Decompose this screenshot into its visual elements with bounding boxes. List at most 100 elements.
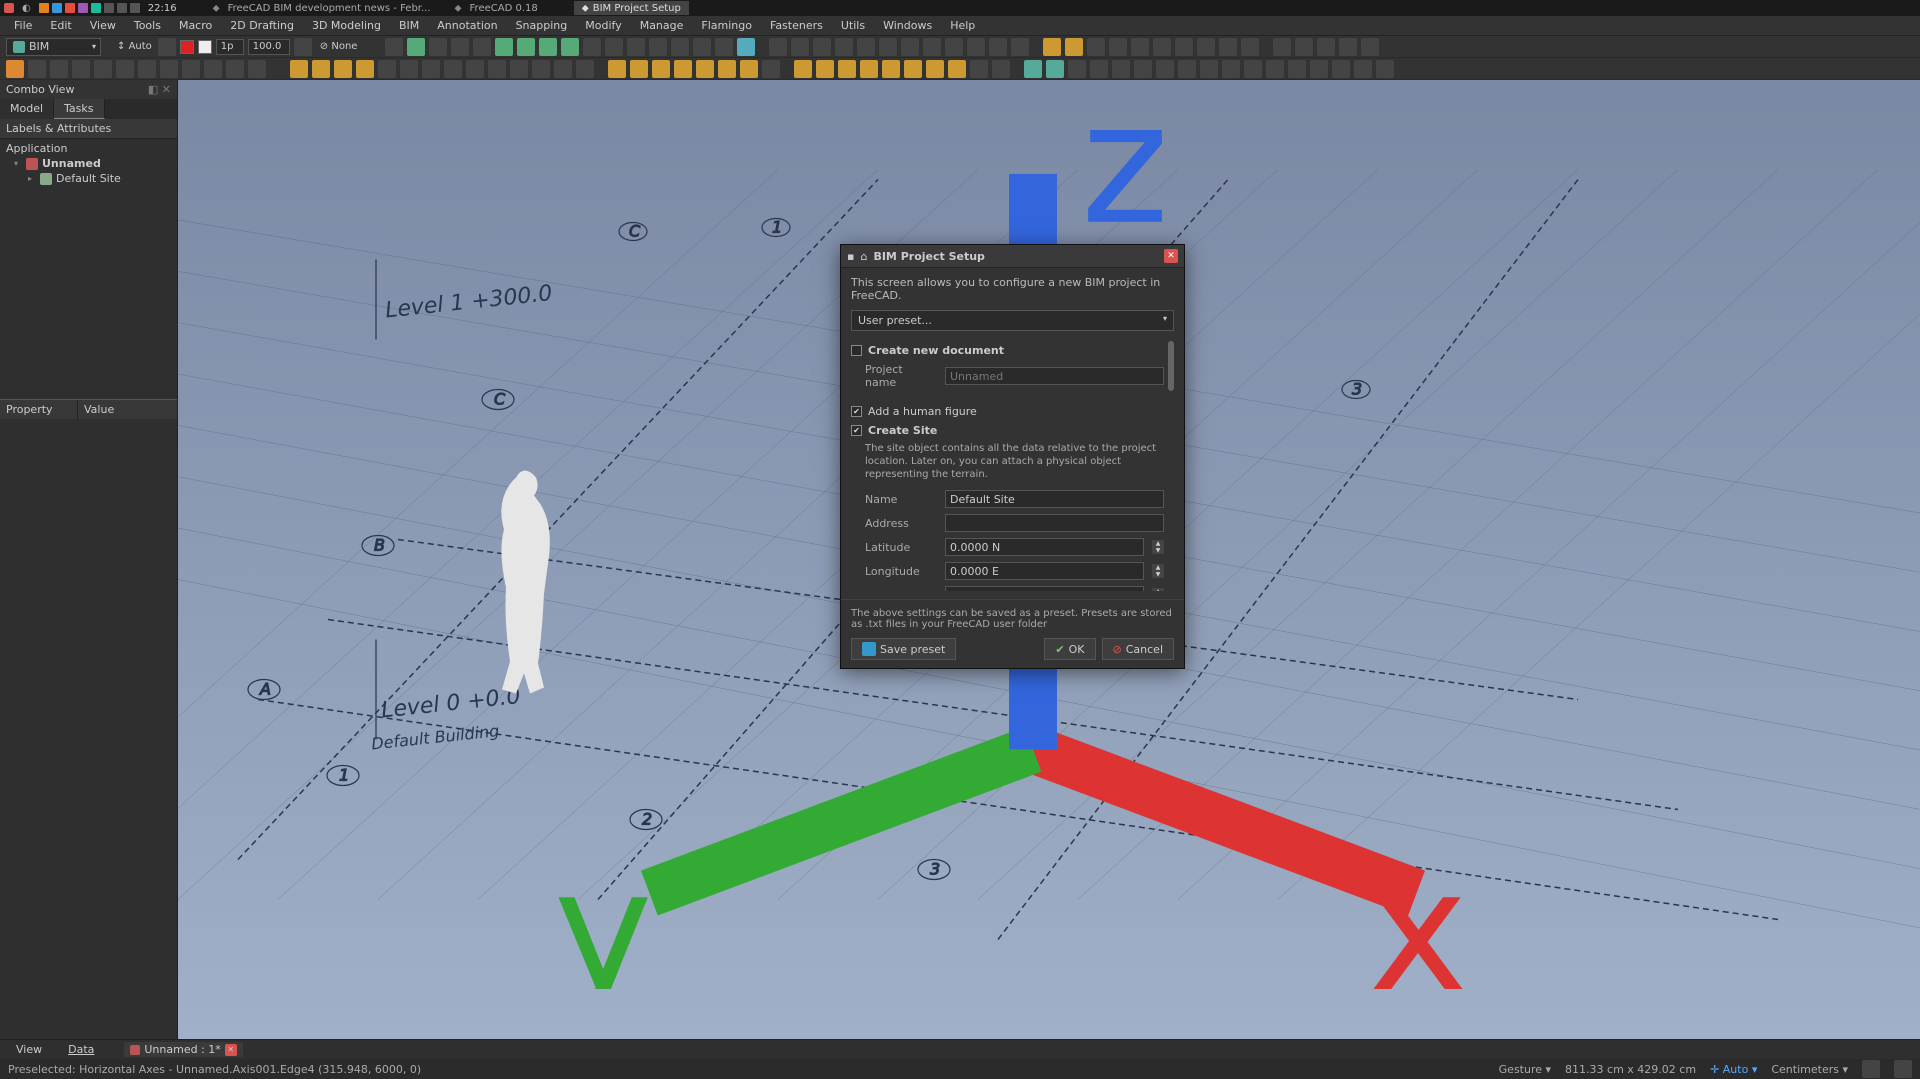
tool-icon[interactable] <box>816 60 834 78</box>
dialog-pin-icon[interactable]: ▪ <box>847 250 854 263</box>
tool-icon[interactable] <box>473 38 491 56</box>
tool-icon[interactable] <box>674 60 692 78</box>
declination-spinner[interactable]: ▲▼ <box>1152 588 1164 591</box>
tool-icon[interactable] <box>945 38 963 56</box>
menu-3d-modeling[interactable]: 3D Modeling <box>304 17 389 34</box>
tool-icon[interactable] <box>451 38 469 56</box>
menu-view[interactable]: View <box>82 17 124 34</box>
tool-icon[interactable] <box>1178 60 1196 78</box>
tool-icon[interactable] <box>1131 38 1149 56</box>
menu-utils[interactable]: Utils <box>833 17 873 34</box>
tree-default-site[interactable]: ▸ Default Site <box>4 171 173 186</box>
tool-icon[interactable] <box>488 60 506 78</box>
tool-icon[interactable] <box>948 60 966 78</box>
tool-icon[interactable] <box>671 38 689 56</box>
tool-icon[interactable] <box>1244 60 1262 78</box>
tool-icon[interactable] <box>967 38 985 56</box>
tool-icon[interactable] <box>1241 38 1259 56</box>
menu-bim[interactable]: BIM <box>391 17 427 34</box>
tool-icon[interactable] <box>1310 60 1328 78</box>
param-1p[interactable] <box>216 39 244 55</box>
save-preset-button[interactable]: Save preset <box>851 638 956 660</box>
tool-icon[interactable] <box>495 38 513 56</box>
menu-help[interactable]: Help <box>942 17 983 34</box>
project-name-input[interactable] <box>945 367 1164 385</box>
units-selector[interactable]: Centimeters ▾ <box>1771 1063 1848 1076</box>
task-1[interactable]: FreeCAD BIM development news - Febr... <box>228 3 431 14</box>
latitude-input[interactable] <box>945 538 1144 556</box>
tool-icon[interactable] <box>510 60 528 78</box>
tool-icon[interactable] <box>1339 38 1357 56</box>
circle-icon[interactable] <box>72 60 90 78</box>
tool-icon[interactable] <box>813 38 831 56</box>
tool-icon[interactable] <box>1317 38 1335 56</box>
line-color-swatch[interactable] <box>180 40 194 54</box>
site-address-input[interactable] <box>945 514 1164 532</box>
tool-icon[interactable] <box>696 60 714 78</box>
tool-icon[interactable] <box>860 60 878 78</box>
wall-icon[interactable] <box>608 60 626 78</box>
tool-icon[interactable] <box>576 60 594 78</box>
status-icon[interactable] <box>1894 1060 1912 1078</box>
menu-fasteners[interactable]: Fasteners <box>762 17 831 34</box>
tool-icon[interactable] <box>627 38 645 56</box>
snap-grid-icon[interactable] <box>385 38 403 56</box>
polyline-icon[interactable] <box>50 60 68 78</box>
data-tab[interactable]: Data <box>60 1041 102 1058</box>
tool-icon[interactable] <box>356 60 374 78</box>
tool-icon[interactable] <box>1024 60 1042 78</box>
tool-icon[interactable] <box>532 60 550 78</box>
tool-icon[interactable] <box>652 60 670 78</box>
tool-icon[interactable] <box>1087 38 1105 56</box>
workbench-selector[interactable]: BIM <box>6 38 101 56</box>
tool-icon[interactable] <box>1295 38 1313 56</box>
tool-icon[interactable] <box>838 60 856 78</box>
cancel-button[interactable]: ⊘ Cancel <box>1102 638 1174 660</box>
tool-icon[interactable] <box>160 60 178 78</box>
tool-icon[interactable] <box>583 38 601 56</box>
tool-icon[interactable] <box>6 60 24 78</box>
tool-icon[interactable] <box>138 60 156 78</box>
tool-icon[interactable] <box>1156 60 1174 78</box>
menu-snapping[interactable]: Snapping <box>508 17 576 34</box>
create-new-doc-checkbox[interactable] <box>851 345 862 356</box>
menu-2d-drafting[interactable]: 2D Drafting <box>222 17 302 34</box>
tool-icon[interactable] <box>1175 38 1193 56</box>
tool-icon[interactable] <box>1376 60 1394 78</box>
tool-icon[interactable] <box>204 60 222 78</box>
tool-icon[interactable] <box>923 38 941 56</box>
declination-input[interactable] <box>945 586 1144 591</box>
tab-model[interactable]: Model <box>0 99 54 119</box>
tool-icon[interactable] <box>1134 60 1152 78</box>
tool-icon[interactable] <box>737 38 755 56</box>
dialog-close-button[interactable]: ✕ <box>1164 249 1178 263</box>
site-name-input[interactable] <box>945 490 1164 508</box>
tool-icon[interactable] <box>740 60 758 78</box>
tool-icon[interactable] <box>1266 60 1284 78</box>
tool-icon[interactable] <box>378 60 396 78</box>
tool-icon[interactable] <box>992 60 1010 78</box>
tool-icon[interactable] <box>1200 60 1218 78</box>
tool-icon[interactable] <box>400 60 418 78</box>
status-icon[interactable] <box>1862 1060 1880 1078</box>
face-color-swatch[interactable] <box>198 40 212 54</box>
text-style-icon[interactable] <box>1043 38 1061 56</box>
snap-icon[interactable] <box>407 38 425 56</box>
view-tab[interactable]: View <box>8 1041 50 1058</box>
arc-icon[interactable] <box>94 60 112 78</box>
tool-icon[interactable] <box>970 60 988 78</box>
tool-icon[interactable] <box>158 38 176 56</box>
tool-icon[interactable] <box>429 38 447 56</box>
tool-icon[interactable] <box>715 38 733 56</box>
rectangle-icon[interactable] <box>182 60 200 78</box>
longitude-spinner[interactable]: ▲▼ <box>1152 564 1164 578</box>
tool-icon[interactable] <box>1332 60 1350 78</box>
tool-icon[interactable] <box>1090 60 1108 78</box>
nav-style[interactable]: Gesture ▾ <box>1499 1063 1551 1076</box>
tool-icon[interactable] <box>226 60 244 78</box>
snap-auto[interactable]: ✛ Auto ▾ <box>1710 1063 1757 1076</box>
tool-icon[interactable] <box>1273 38 1291 56</box>
tool-icon[interactable] <box>561 38 579 56</box>
tool-icon[interactable] <box>882 60 900 78</box>
panel-controls[interactable]: ◧ ✕ <box>148 83 171 96</box>
